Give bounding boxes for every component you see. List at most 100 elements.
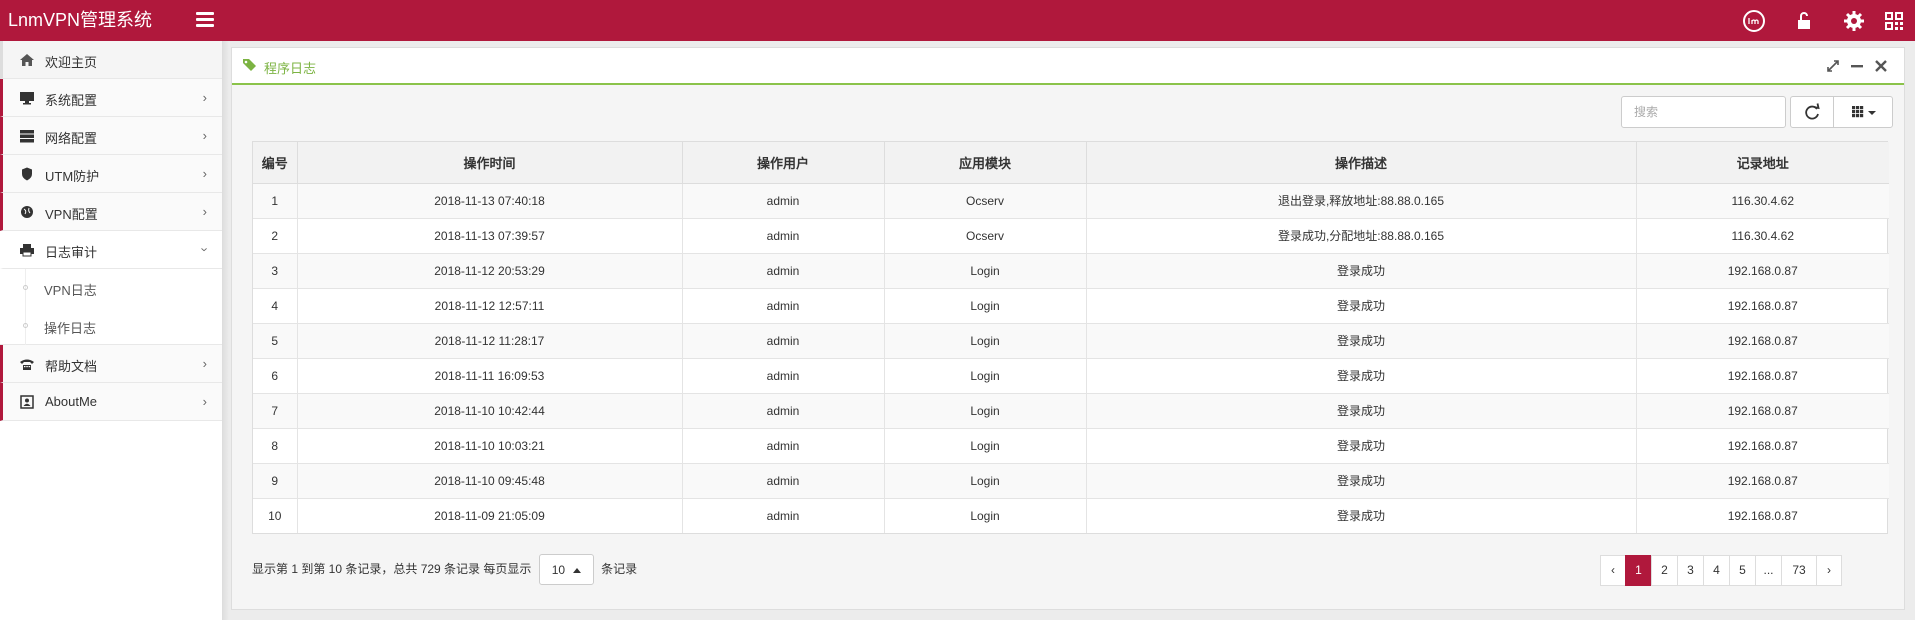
- cell-time: 2018-11-13 07:39:57: [297, 218, 683, 254]
- cell-address: 192.168.0.87: [1636, 393, 1889, 429]
- top-bar: LnmVPN管理系统: [0, 0, 1915, 41]
- column-header-user[interactable]: 操作用户: [682, 142, 885, 184]
- search-input[interactable]: [1621, 96, 1786, 128]
- page-ellipsis: ...: [1755, 555, 1782, 586]
- cell-module: Login: [884, 498, 1087, 533]
- cell-address: 116.30.4.62: [1636, 183, 1889, 219]
- sidebar-item-system-config[interactable]: 系统配置 ›: [0, 79, 222, 117]
- pager-info: 显示第 1 到第 10 条记录，总共 729 条记录 每页显示 10 条记录: [252, 554, 637, 586]
- sidebar-subitem-label: 操作日志: [44, 321, 97, 336]
- page-5[interactable]: 5: [1729, 555, 1756, 586]
- cell-address: 192.168.0.87: [1636, 358, 1889, 394]
- cell-id: 10: [253, 498, 298, 533]
- sidebar-item-network-config[interactable]: 网络配置 ›: [0, 117, 222, 155]
- menu-toggle-icon[interactable]: [196, 12, 214, 28]
- prev-page-button[interactable]: ‹: [1600, 555, 1626, 586]
- sidebar-item-log-audit[interactable]: 日志审计 ›: [0, 231, 222, 269]
- cell-module: Login: [884, 253, 1087, 289]
- table-row[interactable]: 4 2018-11-12 12:57:11 admin Login 登录成功 192.16…: [253, 288, 1889, 324]
- cell-time: 2018-11-11 16:09:53: [297, 358, 683, 394]
- cell-description: 登录成功: [1086, 463, 1637, 499]
- page-size-value: 10: [551, 563, 566, 578]
- sidebar-item-utm[interactable]: UTM防护 ›: [0, 155, 222, 193]
- tags-icon: [243, 59, 256, 71]
- table-row[interactable]: 2 2018-11-13 07:39:57 admin Ocserv 登录成功,分配地址…: [253, 218, 1889, 254]
- column-header-id[interactable]: 编号: [253, 142, 298, 184]
- home-icon: [20, 54, 34, 66]
- sidebar-subitem-operation-log[interactable]: 操作日志: [0, 307, 222, 345]
- unlock-icon[interactable]: [1792, 9, 1816, 33]
- table-row[interactable]: 6 2018-11-11 16:09:53 admin Login 登录成功 192.16…: [253, 358, 1889, 394]
- cell-module: Login: [884, 358, 1087, 394]
- sidebar-item-vpn-config[interactable]: VPN配置 ›: [0, 193, 222, 231]
- page-size-select[interactable]: 10: [538, 554, 594, 586]
- table-body: 1 2018-11-13 07:40:18 admin Ocserv 退出登录,释放地址…: [253, 183, 1889, 533]
- cell-module: Ocserv: [884, 218, 1087, 254]
- sidebar-item-label: UTM防护: [45, 169, 100, 184]
- cell-id: 5: [253, 323, 298, 359]
- cell-description: 登录成功: [1086, 358, 1637, 394]
- column-header-description[interactable]: 操作描述: [1086, 142, 1637, 184]
- sidebar-item-about-me[interactable]: AboutMe ›: [0, 383, 222, 421]
- page-4[interactable]: 4: [1703, 555, 1730, 586]
- table-row[interactable]: 7 2018-11-10 10:42:44 admin Login 登录成功 192.16…: [253, 393, 1889, 429]
- columns-toggle-button[interactable]: [1833, 96, 1893, 128]
- phone-icon: [20, 359, 34, 370]
- sidebar-subitem-vpn-log[interactable]: VPN日志: [0, 269, 222, 307]
- bullet-icon: [23, 285, 28, 290]
- cell-module: Ocserv: [884, 183, 1087, 219]
- column-header-module[interactable]: 应用模块: [884, 142, 1087, 184]
- cell-user: admin: [682, 288, 885, 324]
- cell-id: 8: [253, 428, 298, 464]
- cell-user: admin: [682, 253, 885, 289]
- cell-id: 2: [253, 218, 298, 254]
- sidebar-item-label: 网络配置: [45, 131, 98, 146]
- cell-time: 2018-11-10 09:45:48: [297, 463, 683, 499]
- chevron-down-icon: ›: [197, 247, 213, 252]
- expand-icon[interactable]: [1824, 56, 1842, 76]
- chevron-right-icon: ›: [202, 90, 207, 105]
- cell-time: 2018-11-10 10:42:44: [297, 393, 683, 429]
- columns-icon: [1852, 106, 1876, 118]
- table-row[interactable]: 3 2018-11-12 20:53:29 admin Login 登录成功 192.16…: [253, 253, 1889, 289]
- sidebar-item-help-docs[interactable]: 帮助文档 ›: [0, 345, 222, 383]
- page-73[interactable]: 73: [1781, 555, 1817, 586]
- cell-module: Login: [884, 323, 1087, 359]
- cell-time: 2018-11-12 20:53:29: [297, 253, 683, 289]
- table-row[interactable]: 8 2018-11-10 10:03:21 admin Login 登录成功 192.16…: [253, 428, 1889, 464]
- desktop-icon: [20, 92, 34, 105]
- chevron-right-icon: ›: [202, 394, 207, 409]
- table-row[interactable]: 10 2018-11-09 21:05:09 admin Login 登录成功 192.1…: [253, 498, 1889, 533]
- cell-description: 登录成功,分配地址:88.88.0.165: [1086, 218, 1637, 254]
- server-icon: [20, 130, 34, 143]
- lnm-logo-icon[interactable]: [1742, 9, 1766, 33]
- qrcode-icon[interactable]: [1882, 9, 1906, 33]
- column-header-address[interactable]: 记录地址: [1636, 142, 1889, 184]
- minimize-icon[interactable]: [1848, 56, 1866, 76]
- table-row[interactable]: 1 2018-11-13 07:40:18 admin Ocserv 退出登录,释放地址…: [253, 183, 1889, 219]
- chevron-right-icon: ›: [202, 356, 207, 371]
- close-icon[interactable]: [1872, 56, 1890, 76]
- sidebar-item-label: 帮助文档: [45, 359, 98, 374]
- cell-address: 192.168.0.87: [1636, 323, 1889, 359]
- chevron-right-icon: ›: [202, 166, 207, 181]
- table-row[interactable]: 9 2018-11-10 09:45:48 admin Login 登录成功 192.16…: [253, 463, 1889, 499]
- column-header-time[interactable]: 操作时间: [297, 142, 683, 184]
- sidebar-item-home[interactable]: 欢迎主页: [0, 41, 222, 79]
- print-icon: [20, 244, 34, 257]
- cell-address: 192.168.0.87: [1636, 463, 1889, 499]
- cell-module: Login: [884, 288, 1087, 324]
- page-1[interactable]: 1: [1625, 555, 1652, 586]
- sidebar-item-label: 日志审计: [45, 245, 98, 260]
- sidebar-subitem-label: VPN日志: [44, 283, 97, 298]
- cell-user: admin: [682, 428, 885, 464]
- next-page-button[interactable]: ›: [1816, 555, 1842, 586]
- app-title: LnmVPN管理系统: [8, 10, 153, 30]
- refresh-button[interactable]: [1790, 96, 1834, 128]
- gear-icon[interactable]: [1842, 9, 1866, 33]
- sidebar-item-label: 系统配置: [45, 93, 98, 108]
- page-3[interactable]: 3: [1677, 555, 1704, 586]
- table-row[interactable]: 5 2018-11-12 11:28:17 admin Login 登录成功 192.16…: [253, 323, 1889, 359]
- page-2[interactable]: 2: [1651, 555, 1678, 586]
- chevron-right-icon: ›: [202, 204, 207, 219]
